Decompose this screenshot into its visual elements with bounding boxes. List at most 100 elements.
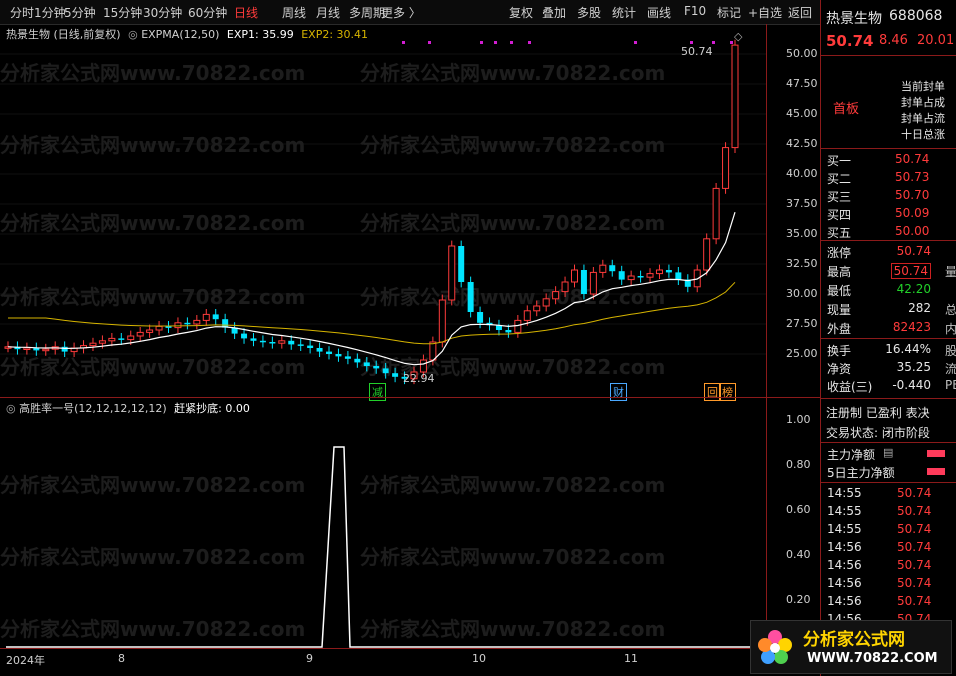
candle-body — [627, 275, 635, 281]
candle-body — [118, 338, 125, 340]
price-tick-label: 50.00 — [786, 47, 818, 60]
bid-label: 买三 — [827, 190, 852, 204]
last-price: 50.74 — [826, 32, 874, 50]
flow-info-icon[interactable]: ▤ — [883, 446, 893, 459]
candle-body — [570, 269, 578, 283]
signal-dot — [712, 41, 715, 44]
period-tab[interactable]: 日线 — [234, 4, 258, 21]
sub-indicator-value: 赶紧抄底: 0.00 — [174, 402, 250, 415]
flow-label: 5日主力净额 — [827, 466, 895, 480]
event-marker-finance[interactable]: 财 — [610, 383, 627, 401]
price-tick-label: 27.50 — [786, 317, 818, 330]
price-change: 8.46 — [879, 33, 908, 48]
stat-value: 282 — [908, 301, 931, 315]
toolbar-action-button[interactable]: 统计 — [612, 4, 636, 21]
chart-canvas[interactable]: 分析家公式网www.70822.com 分析家公式网www.70822.com 分析… — [0, 24, 820, 676]
sub-indicator-name[interactable]: 高胜率一号(12,12,12,12,12) — [19, 402, 167, 415]
candle-body — [505, 330, 512, 333]
sub-tick-label: 1.00 — [786, 413, 811, 426]
toolbar-action-button[interactable]: 标记 — [717, 4, 741, 21]
diamond-icon[interactable]: ◇ — [734, 30, 742, 43]
signal-dot — [494, 41, 497, 44]
period-tab[interactable]: 15分钟 — [103, 4, 142, 21]
time-tick-label: 9 — [306, 652, 313, 665]
tick-time: 14:55 — [827, 522, 862, 536]
stat-label: 涨停 — [827, 246, 852, 260]
period-tab[interactable]: 30分钟 — [143, 4, 182, 21]
period-tab[interactable]: 更多 〉 — [381, 4, 421, 21]
watermark-text: 分析家公式网www.70822.com — [0, 211, 305, 235]
stat-value: 35.25 — [896, 360, 931, 374]
trade-status: 交易状态: 闭市阶段 — [826, 426, 930, 440]
watermark-text: 分析家公式网www.70822.com — [0, 473, 305, 497]
sub-tick-label: 0.20 — [786, 593, 811, 606]
price-tick-label: 35.00 — [786, 227, 818, 240]
tick-price: 50.74 — [897, 522, 932, 536]
candle-body — [580, 270, 587, 294]
candle-body — [354, 358, 361, 363]
time-tick-label: 2024年 — [6, 654, 45, 667]
bid-price: 50.70 — [895, 188, 930, 202]
candle-body — [146, 329, 154, 333]
sub-settings-icon[interactable]: ◎ — [6, 402, 16, 415]
top-toolbar: 分时 1分钟 5分钟 15分钟 30分钟 60分钟 日线 周线 月线 多周期 更多 〉 复权 叠加 多股… — [0, 0, 956, 25]
bid-label: 买一 — [827, 154, 852, 168]
period-tab[interactable]: 分时 — [10, 4, 34, 21]
sub-tick-label: 0.60 — [786, 503, 811, 516]
limit-note: 当前封单 — [901, 80, 945, 93]
signal-dot — [528, 41, 531, 44]
stat-label: 最低 — [827, 284, 852, 298]
stat-value: 50.74 — [890, 263, 931, 279]
toolbar-action-button[interactable]: F10 — [684, 4, 706, 18]
stat-extra: 流 — [945, 362, 956, 376]
period-tab[interactable]: 1分钟 — [34, 4, 66, 21]
event-marker-list[interactable]: 榜 — [719, 383, 736, 401]
candle-body — [703, 238, 711, 271]
toolbar-action-button[interactable]: 返回 — [788, 4, 812, 21]
candle-body — [458, 246, 465, 282]
period-tab[interactable]: 周线 — [282, 4, 306, 21]
candle-body — [675, 272, 682, 280]
signal-dots — [402, 41, 733, 44]
toolbar-action-button[interactable]: 多股 — [577, 4, 601, 21]
watermark-text: 分析家公式网www.70822.com — [360, 545, 665, 569]
tick-price: 50.74 — [897, 486, 932, 500]
event-marker-reduce[interactable]: 减 — [369, 383, 386, 401]
candle-body — [136, 331, 144, 337]
period-tab[interactable]: 多周期 — [349, 4, 385, 21]
limit-note: 封单占流 — [901, 112, 945, 125]
candle-body — [108, 337, 116, 342]
x-axis-separator — [0, 648, 820, 649]
toolbar-action-button[interactable]: 叠加 — [542, 4, 566, 21]
price-tick-label: 25.00 — [786, 347, 818, 360]
price-tick-label: 30.00 — [786, 287, 818, 300]
watermark-text: 分析家公式网www.70822.com — [360, 133, 665, 157]
signal-dot — [402, 41, 405, 44]
watermark-text: 分析家公式网www.70822.com — [0, 355, 305, 379]
stat-value: 16.44% — [885, 342, 931, 356]
candle-body — [419, 359, 427, 373]
candle-body — [618, 271, 625, 280]
toolbar-action-button[interactable]: +自选 — [748, 4, 782, 21]
period-tab[interactable]: 60分钟 — [188, 4, 227, 21]
flow-bar — [927, 468, 945, 475]
candle-body — [589, 271, 597, 295]
tick-price: 50.74 — [897, 540, 932, 554]
candle-body — [202, 313, 210, 321]
candle-body — [392, 373, 399, 377]
watermark-text: 分析家公式网www.70822.com — [0, 285, 305, 309]
logo-url: WWW.70822.COM — [807, 651, 938, 666]
stat-value: 42.20 — [896, 282, 931, 296]
candle-body — [42, 348, 50, 352]
candle-body — [61, 346, 68, 352]
toolbar-action-button[interactable]: 画线 — [647, 4, 671, 21]
pane-separator[interactable] — [0, 397, 820, 398]
toolbar-action-button[interactable]: 复权 — [509, 4, 533, 21]
bid-label: 买四 — [827, 208, 852, 222]
candle-body — [288, 340, 295, 345]
candle-body — [514, 319, 522, 333]
period-tab[interactable]: 5分钟 — [64, 4, 96, 21]
tick-time: 14:56 — [827, 594, 862, 608]
candle-body — [89, 342, 97, 347]
period-tab[interactable]: 月线 — [316, 4, 340, 21]
